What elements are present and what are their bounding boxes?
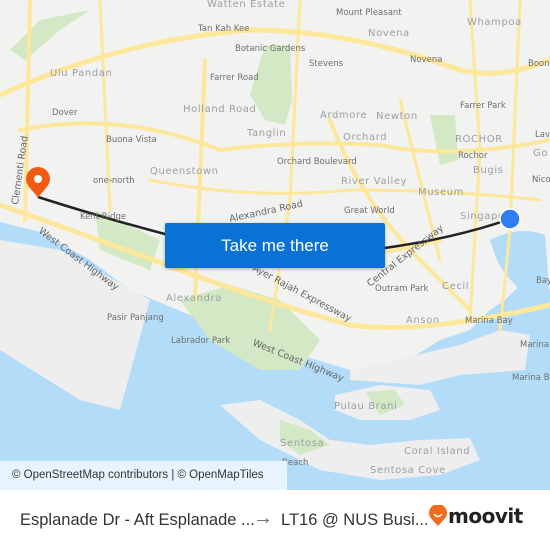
place-label: Nico: [532, 175, 550, 185]
place-label: Marina Bay: [465, 316, 513, 326]
place-label: Novena: [410, 55, 442, 65]
place-label: River Valley: [341, 176, 407, 187]
map[interactable]: Watten Estate Mount Pleasant Whampoa Tan Ka…: [0, 0, 550, 490]
place-label: Farrer Park: [460, 101, 506, 111]
place-label: Labrador Park: [171, 336, 230, 346]
place-label: ROCHOR: [455, 134, 503, 145]
place-label: Botanic Gardens: [235, 44, 306, 54]
place-label: Anson: [406, 315, 440, 326]
place-label: Queenstown: [150, 166, 219, 177]
place-label: Bugis: [473, 165, 504, 176]
place-label: Sentosa Cove: [370, 465, 446, 476]
place-label: Museum: [418, 187, 464, 198]
place-label: Ardmore: [320, 110, 367, 121]
place-label: Marina: [520, 340, 549, 350]
place-label: Outram Park: [375, 284, 429, 294]
place-label: Farrer Road: [210, 73, 259, 83]
place-label: Tanglin: [246, 128, 286, 139]
origin-stop-name: Esplanade Dr - Aft Esplanade ...: [20, 511, 255, 529]
place-label: Sentosa: [280, 438, 324, 449]
place-label: Lav: [535, 130, 550, 140]
place-label: Novena: [368, 28, 410, 39]
place-label: Ulu Pandan: [50, 68, 112, 79]
map-pin-icon[interactable]: [26, 167, 50, 198]
place-label: Dover: [52, 108, 78, 118]
place-label: Stevens: [309, 59, 344, 69]
place-label: Watten Estate: [207, 0, 285, 10]
footer-bar: Esplanade Dr - Aft Esplanade ... → LT16 …: [0, 490, 550, 550]
place-label: Alexandra: [166, 293, 222, 304]
destination-stop-name: LT16 @ NUS Busi...: [281, 511, 429, 529]
place-label: Rochor: [458, 151, 488, 161]
place-label: Whampoa: [467, 17, 522, 28]
map-attribution[interactable]: © OpenStreetMap contributors | © OpenMap…: [0, 461, 287, 490]
park: [430, 115, 458, 165]
place-label: Bayfront: [536, 276, 550, 286]
blue-dot-icon[interactable]: [499, 208, 521, 230]
place-label: Coral Island: [404, 446, 470, 457]
place-label: Buona Vista: [106, 135, 157, 145]
place-label: Orchard Boulevard: [277, 157, 357, 167]
moovit-wordmark: moovit: [448, 504, 523, 528]
place-label: Great World: [344, 206, 395, 216]
place-label: Pulau Brani: [334, 401, 397, 412]
park: [10, 10, 90, 60]
place-label: one-north: [93, 176, 135, 186]
place-label: Pasir Panjang: [107, 313, 164, 323]
place-label: Tan Kah Kee: [197, 24, 249, 34]
place-label: Boon: [528, 59, 550, 69]
place-label: Holland Road: [183, 104, 256, 115]
take-me-there-button[interactable]: Take me there: [165, 223, 385, 268]
moovit-logo[interactable]: moovit: [428, 504, 523, 528]
place-label: Orchard: [343, 132, 387, 143]
place-label: Mount Pleasant: [336, 8, 402, 18]
road-label: Alexandra Road: [228, 199, 304, 225]
place-label: Marina Bay Cruise Centre: [512, 373, 550, 383]
place-label: Newton: [376, 111, 418, 122]
place-label: Kent Ridge: [80, 212, 126, 222]
place-label: Cecil: [442, 281, 469, 292]
place-label: Go: [533, 148, 548, 159]
moovit-pin-icon: [429, 505, 447, 526]
marina-bay-water: [490, 231, 550, 300]
arrow-right-icon: →: [253, 507, 273, 529]
